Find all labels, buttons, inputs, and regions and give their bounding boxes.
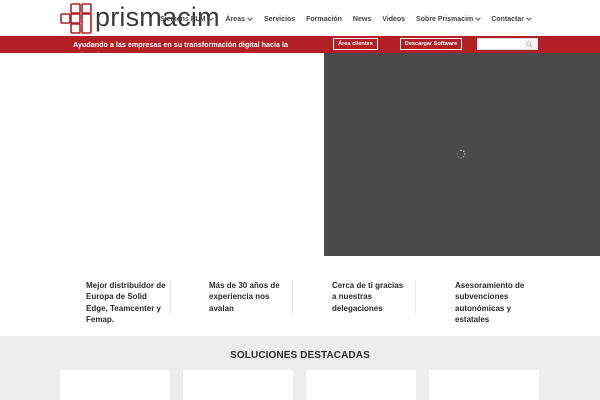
- nav-label: Áreas: [225, 15, 245, 23]
- nav-formacion[interactable]: Formación: [306, 16, 342, 23]
- main-nav: Siemens PLM Áreas Servicios Formación Ne…: [160, 13, 532, 25]
- nav-siemens-plm[interactable]: Siemens PLM: [160, 15, 214, 23]
- feature-divider: [292, 280, 293, 314]
- solution-card[interactable]: [306, 370, 416, 400]
- nav-sobre-prismacim[interactable]: Sobre Prismacim: [416, 15, 482, 23]
- nav-label: Videos: [382, 15, 406, 23]
- solutions-title: SOLUCIONES DESTACADAS: [230, 350, 370, 361]
- solution-card[interactable]: [183, 370, 293, 400]
- nav-news[interactable]: News: [353, 16, 371, 23]
- site-header: prismacim Siemens PLM Áreas Servicios Fo…: [0, 0, 600, 36]
- nav-label: News: [352, 15, 372, 23]
- nav-label: Formación: [306, 15, 342, 23]
- feature-distribuidor: Mejor distribuidor de Europa de Solid Ed…: [86, 281, 166, 324]
- chevron-down-icon: [526, 15, 532, 21]
- descargar-software-button[interactable]: Descargar Software: [400, 38, 462, 50]
- hero-area: [0, 53, 324, 256]
- solution-card[interactable]: [429, 370, 539, 400]
- nav-label: Servicios: [263, 15, 296, 23]
- chevron-down-icon: [475, 15, 482, 21]
- nav-label: Sobre Prismacim: [416, 15, 474, 23]
- feature-subvenciones: Asesoramiento de subvenciones autonómica…: [455, 281, 525, 324]
- chevron-down-icon: [207, 15, 214, 21]
- feature-experiencia: Más de 30 años de experiencia nos avalan: [209, 281, 280, 313]
- logo-squares-icon: [60, 3, 92, 34]
- nav-label: Contactar: [491, 15, 524, 23]
- search-input[interactable]: [477, 38, 538, 50]
- search-icon[interactable]: [526, 41, 533, 48]
- area-clientes-button[interactable]: Área clientes: [333, 38, 378, 50]
- feature-divider: [415, 280, 416, 314]
- solutions-section: SOLUCIONES DESTACADAS: [0, 336, 600, 400]
- solution-card[interactable]: [60, 370, 170, 400]
- nav-servicios[interactable]: Servicios: [264, 16, 295, 23]
- feature-delegaciones: Cerca de ti gracias a nuestras delegacio…: [332, 281, 404, 313]
- nav-videos[interactable]: Videos: [382, 16, 405, 23]
- nav-label: Siemens PLM: [160, 15, 206, 23]
- feature-divider: [170, 280, 171, 314]
- top-red-bar: Ayudando a las empresas en su transforma…: [0, 36, 600, 60]
- page: prismacim Siemens PLM Áreas Servicios Fo…: [0, 0, 600, 400]
- nav-areas[interactable]: Áreas: [225, 15, 253, 23]
- chevron-down-icon: [247, 15, 253, 21]
- loading-spinner-icon: [456, 149, 466, 159]
- nav-contactar[interactable]: Contactar: [491, 15, 532, 23]
